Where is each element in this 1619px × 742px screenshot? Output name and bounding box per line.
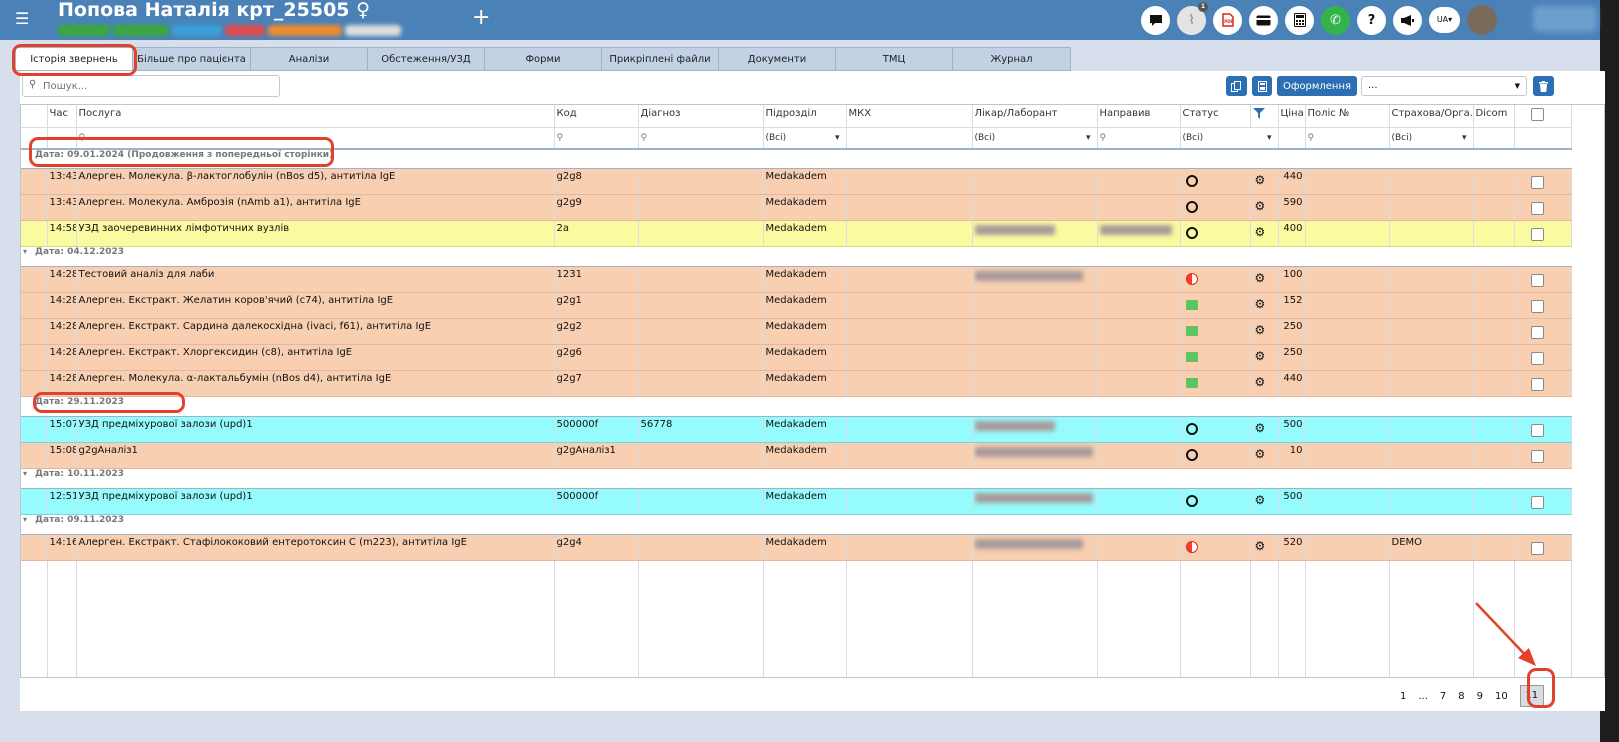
annotation-arrow xyxy=(1475,602,1536,666)
app-window: ☰ Попова Наталія крт_25505 ♀ + ⌇ 1 PDF ✆ … xyxy=(0,0,1605,742)
